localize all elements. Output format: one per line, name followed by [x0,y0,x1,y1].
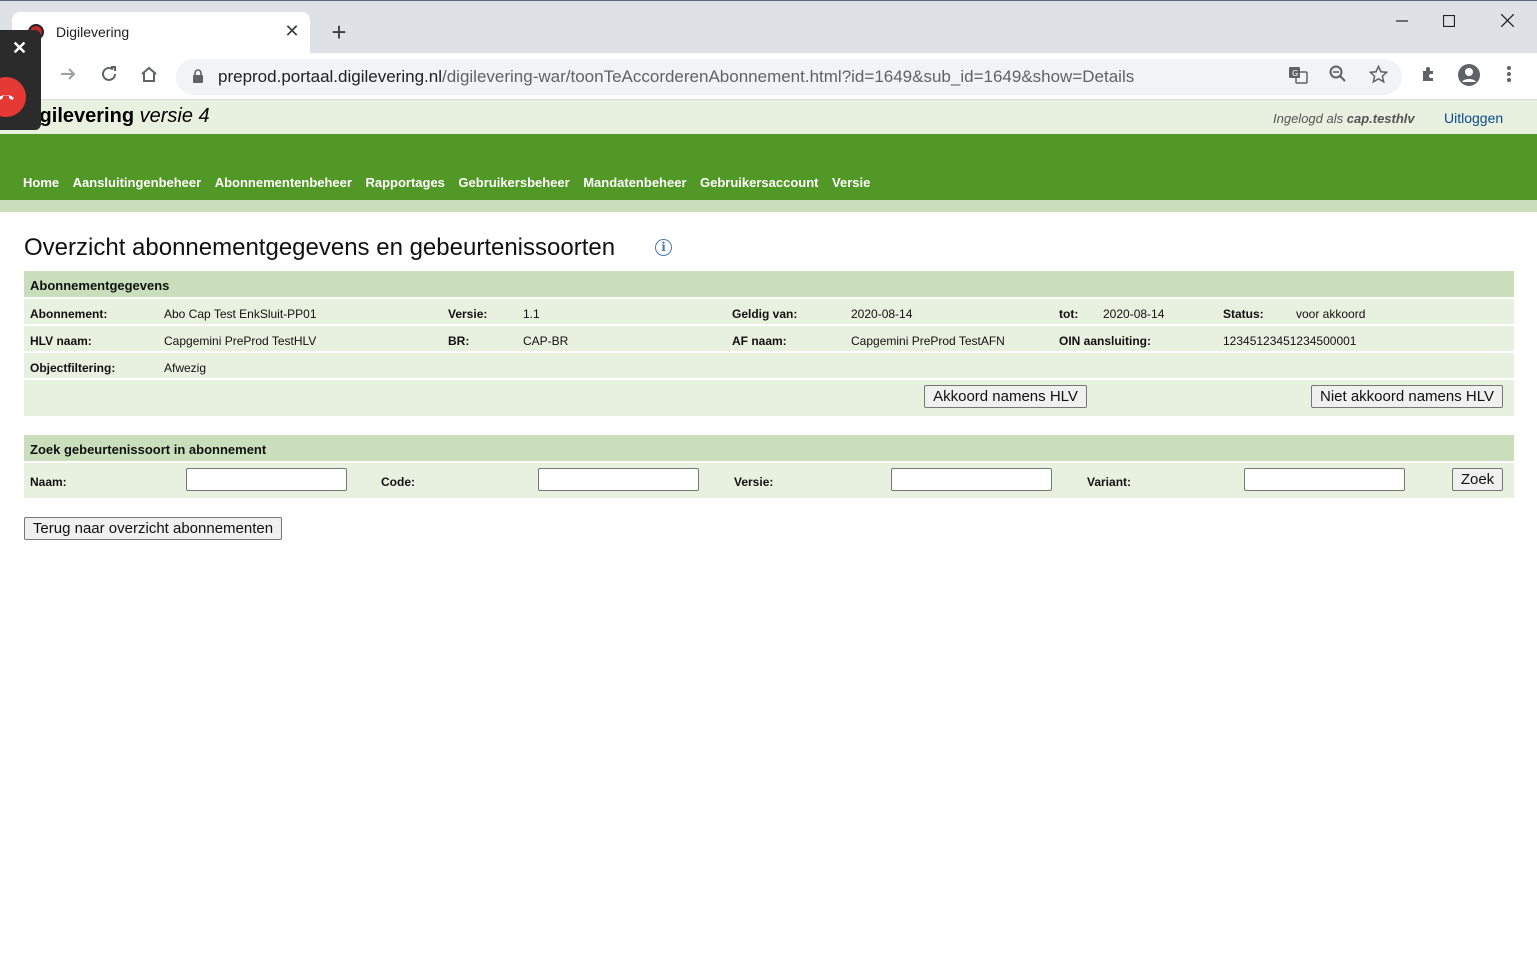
af-naam-value: Capgemini PreProd TestAFN [851,334,1005,348]
nav-item-gebruikersbeheer[interactable]: Gebruikersbeheer [458,175,569,190]
abonnement-row-2: HLV naam: Capgemini PreProd TestHLV BR: … [24,326,1514,353]
oin-value: 12345123451234500001 [1223,334,1357,348]
zoek-row: Naam: Code: Versie: Variant: Zoek [24,463,1514,496]
naam-label: Naam: [30,475,67,489]
tot-label: tot: [1059,307,1079,321]
address-bar[interactable]: preprod.portaal.digilevering.nl/digileve… [176,59,1402,95]
br-value: CAP-BR [523,334,569,348]
naam-input[interactable] [186,468,347,491]
new-tab-icon[interactable]: + [326,19,352,45]
br-label: BR: [448,334,470,348]
extensions-icon[interactable] [1415,63,1443,91]
zoek-panel: Zoek gebeurtenissoort in abonnement Naam… [24,435,1514,498]
call-close-icon[interactable]: ✕ [12,38,27,59]
app-brand: igilevering versie 4 [34,105,210,127]
tab-title: Digilevering [56,24,130,40]
abonnement-actions: Akkoord namens HLV Niet akkoord namens H… [24,380,1514,412]
zoek-heading: Zoek gebeurtenissoort in abonnement [24,435,1514,463]
browser-tab[interactable]: Digilevering ✕ [12,12,310,54]
bookmark-star-icon[interactable] [1366,64,1390,89]
url-text[interactable]: preprod.portaal.digilevering.nl/digileve… [218,67,1134,87]
reload-icon[interactable] [95,63,123,91]
nav-item-aansluitingenbeheer[interactable]: Aansluitingenbeheer [73,175,202,190]
home-icon[interactable] [135,63,163,91]
menu-kebab-icon[interactable] [1495,63,1523,91]
nav-item-gebruikersaccount[interactable]: Gebruikersaccount [700,175,819,190]
browser-toolbar: preprod.portaal.digilevering.nl/digileve… [0,53,1537,100]
code-input[interactable] [538,468,699,491]
af-naam-label: AF naam: [732,334,787,348]
window-maximize-icon[interactable] [1426,7,1472,35]
page-title: Overzicht abonnementgegevens en gebeurte… [24,234,616,261]
tab-close-icon[interactable]: ✕ [282,21,302,41]
variant-input[interactable] [1244,468,1405,491]
nav-item-home[interactable]: Home [23,175,59,190]
code-label: Code: [381,475,415,489]
variant-label: Variant: [1087,475,1132,489]
nav-item-mandatenbeheer[interactable]: Mandatenbeheer [583,175,686,190]
objectfiltering-label: Objectfiltering: [30,361,116,375]
abonnement-row-3: Objectfiltering: Afwezig [24,353,1514,380]
sub-navigation-bar [0,200,1537,212]
logout-link[interactable]: Uitloggen [1444,110,1503,126]
window-close-icon[interactable] [1484,7,1530,35]
versie-search-label: Versie: [734,475,774,489]
translate-icon[interactable]: G [1286,65,1310,89]
status-label: Status: [1223,307,1264,321]
geldig-van-label: Geldig van: [732,307,798,321]
zoom-icon[interactable] [1326,65,1350,89]
zoek-button[interactable]: Zoek [1452,468,1503,491]
logged-in-info: Ingelogd als cap.testhlv [1273,111,1415,126]
browser-tabstrip: Digilevering ✕ + [0,0,1537,54]
app-header: igilevering versie 4 Ingelogd als cap.te… [0,100,1537,134]
niet-akkoord-button[interactable]: Niet akkoord namens HLV [1311,385,1503,408]
back-to-overview-button[interactable]: Terug naar overzicht abonnementen [24,517,282,540]
abonnement-row-1: Abonnement: Abo Cap Test EnkSluit-PP01 V… [24,299,1514,326]
window-minimize-icon[interactable] [1379,7,1425,35]
forward-icon[interactable] [54,63,82,91]
lock-icon[interactable] [192,69,204,89]
nav-item-abonnementenbeheer[interactable]: Abonnementenbeheer [215,175,352,190]
versie-value: 1.1 [523,307,540,321]
nav-item-versie[interactable]: Versie [832,175,870,190]
main-navigation: Home Aansluitingenbeheer Abonnementenbeh… [0,134,1537,200]
oin-label: OIN aansluiting: [1059,334,1152,348]
abonnement-heading: Abonnementgegevens [24,271,1514,299]
info-icon[interactable]: i [655,239,672,256]
abonnement-value: Abo Cap Test EnkSluit-PP01 [164,307,317,321]
nav-item-rapportages[interactable]: Rapportages [365,175,444,190]
hlv-naam-value: Capgemini PreProd TestHLV [164,334,317,348]
hangup-phone-icon[interactable] [0,77,26,117]
svg-text:G: G [1292,69,1298,78]
abonnement-panel: Abonnementgegevens Abonnement: Abo Cap T… [24,271,1514,416]
hlv-naam-label: HLV naam: [30,334,92,348]
profile-icon[interactable] [1455,63,1483,91]
versie-label: Versie: [448,307,488,321]
call-widget: ✕ [0,30,41,130]
geldig-van-value: 2020-08-14 [851,307,913,321]
objectfiltering-value: Afwezig [164,361,207,375]
abonnement-label: Abonnement: [30,307,108,321]
tot-value: 2020-08-14 [1103,307,1165,321]
status-value: voor akkoord [1296,307,1366,321]
versie-input[interactable] [891,468,1052,491]
akkoord-button[interactable]: Akkoord namens HLV [924,385,1087,408]
